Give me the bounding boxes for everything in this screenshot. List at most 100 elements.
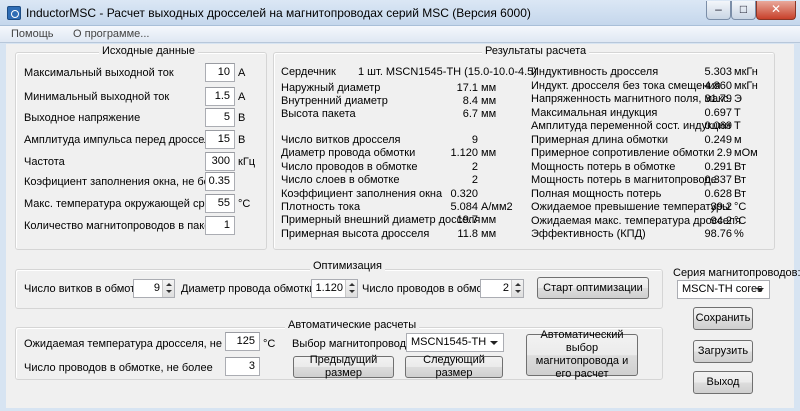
auto-wires-label: Число проводов в обмотке, не более xyxy=(24,362,213,374)
input-label: Амплитуда импульса перед дросселем xyxy=(24,134,225,146)
input-label: Минимальный выходной ток xyxy=(24,91,170,103)
result-label: Число проводов в обмотке xyxy=(281,160,418,173)
result-label: Индуктивность дросселя xyxy=(531,66,659,78)
menu-help[interactable]: Помощь xyxy=(11,28,54,40)
exit-button[interactable]: Выход xyxy=(693,371,753,394)
core-select-label: Выбор магнитопровода: xyxy=(292,338,416,350)
result-unit: мм xyxy=(481,214,497,227)
auto-group-title: Автоматические расчеты xyxy=(285,319,420,331)
opt-turns-spinner[interactable]: 9 xyxy=(133,279,175,298)
input-field[interactable]: 300 xyxy=(205,152,235,171)
window-title: InductorMSC - Расчет выходных дросселей … xyxy=(26,6,531,20)
save-button[interactable]: Сохранить xyxy=(693,307,753,330)
result-value: 17.1 xyxy=(456,82,478,94)
result-label: Наружный диаметр xyxy=(281,82,381,94)
result-value: 8.4 xyxy=(462,95,478,107)
result-unit: мкГн xyxy=(734,66,758,78)
result-label: Мощность потерь в обмотке xyxy=(531,160,676,173)
next-size-button[interactable]: Следующий размер xyxy=(405,354,503,379)
result-value: 0.628 xyxy=(704,187,732,200)
result-unit: мм xyxy=(481,227,497,240)
spinner-arrows-icon[interactable] xyxy=(511,280,523,297)
input-unit: А xyxy=(238,91,246,103)
maximize-button[interactable]: □ xyxy=(731,1,756,20)
result-value: 2.9 xyxy=(716,147,732,159)
input-label: Количество магнитопроводов в пакете xyxy=(24,220,221,232)
result-value: 5.303 xyxy=(704,66,732,78)
spinner-arrows-icon[interactable] xyxy=(345,280,357,297)
opt-turns-value: 9 xyxy=(153,282,160,294)
result-value: 0.320 xyxy=(450,187,478,200)
opt-wires-spinner[interactable]: 2 xyxy=(480,279,524,298)
result-unit: °С xyxy=(734,201,747,213)
opt-diameter-value: 1.120 xyxy=(315,282,343,294)
result-label: Внутренний диаметр xyxy=(281,95,388,107)
result-value: 2 xyxy=(471,160,478,173)
load-button[interactable]: Загрузить xyxy=(693,340,753,363)
result-value: 0.069 xyxy=(704,120,732,132)
title-bar: InductorMSC - Расчет выходных дросселей … xyxy=(0,0,800,26)
result-value: 4.860 xyxy=(704,79,732,92)
input-field[interactable]: 5 xyxy=(205,108,235,127)
result-value: 9 xyxy=(471,134,478,146)
result-unit: Вт xyxy=(734,160,747,173)
core-value: 1 шт. MSCN1545-TH (15.0-10.0-4.5) xyxy=(358,66,537,78)
input-field[interactable]: 1.5 xyxy=(205,87,235,106)
series-select[interactable]: MSCN-TH cores xyxy=(677,280,770,299)
result-label: Полная мощность потерь xyxy=(531,187,662,200)
result-unit: мОм xyxy=(734,147,758,159)
result-unit: мкГн xyxy=(734,79,758,92)
input-unit: кГц xyxy=(238,156,256,168)
minimize-button[interactable]: – xyxy=(706,1,731,20)
result-unit: Т xyxy=(734,106,741,119)
input-field[interactable]: 15 xyxy=(205,130,235,149)
result-value: 0.249 xyxy=(704,133,732,146)
input-field[interactable]: 0.35 xyxy=(205,172,235,191)
input-unit: В xyxy=(238,112,246,124)
input-label: Частота xyxy=(24,156,65,168)
opt-diameter-spinner[interactable]: 1.120 xyxy=(311,279,358,298)
result-value: 2 xyxy=(471,174,478,187)
previous-size-button[interactable]: Предыдущий размер xyxy=(293,354,394,379)
input-field[interactable]: 55 xyxy=(205,194,235,213)
input-group-title: Исходные данные xyxy=(99,45,198,57)
input-field[interactable]: 1 xyxy=(205,216,235,235)
result-value: 1.120 xyxy=(450,147,478,160)
result-label: Примерное сопротивление обмотки xyxy=(531,147,715,159)
optimization-title: Оптимизация xyxy=(310,260,385,272)
result-value: 0.291 xyxy=(704,160,732,173)
result-unit: м xyxy=(734,133,742,146)
core-select-value: MSCN1545-TH xyxy=(411,336,487,348)
core-select[interactable]: MSCN1545-TH xyxy=(406,333,504,352)
result-value: 39.2 xyxy=(710,201,732,213)
input-unit: °С xyxy=(238,198,251,210)
result-value: 98.76 xyxy=(704,228,732,240)
auto-temp-label: Ожидаемая температура дросселя, не более xyxy=(24,338,256,350)
result-label: Число слоев в обмотке xyxy=(281,174,400,187)
spinner-arrows-icon[interactable] xyxy=(162,280,174,297)
result-value: 0.337 xyxy=(704,174,732,186)
result-label: Число витков дросселя xyxy=(281,134,401,146)
opt-wires-label: Число проводов в обмотке xyxy=(362,283,499,295)
result-label: Эффективность (КПД) xyxy=(531,228,646,240)
result-value: 5.084 xyxy=(450,201,478,213)
result-unit: мм xyxy=(481,82,497,94)
close-button[interactable]: ✕ xyxy=(756,1,796,20)
start-optimization-button[interactable]: Старт оптимизации xyxy=(537,277,649,299)
opt-wires-value: 2 xyxy=(502,282,509,294)
menu-about[interactable]: О программе... xyxy=(73,28,149,40)
series-label: Серия магнитопроводов: xyxy=(673,267,800,279)
auto-select-button[interactable]: Автоматический выбор магнитопровода и ег… xyxy=(526,329,638,380)
auto-temp-unit: °С xyxy=(263,338,276,350)
opt-turns-label: Число витков в обмотке xyxy=(24,283,147,295)
result-label: Примерная длина обмотки xyxy=(531,133,669,146)
auto-temp-input[interactable]: 125 xyxy=(225,332,260,351)
chevron-down-icon xyxy=(490,341,498,345)
auto-wires-input[interactable]: 3 xyxy=(225,357,260,376)
result-value: 0.697 xyxy=(704,106,732,119)
result-unit: А/мм2 xyxy=(481,201,513,213)
chevron-down-icon xyxy=(756,288,764,292)
input-field[interactable]: 10 xyxy=(205,63,235,82)
result-value: 11.8 xyxy=(457,227,478,240)
input-label: Коэфициент заполнения окна, не более xyxy=(24,176,229,188)
